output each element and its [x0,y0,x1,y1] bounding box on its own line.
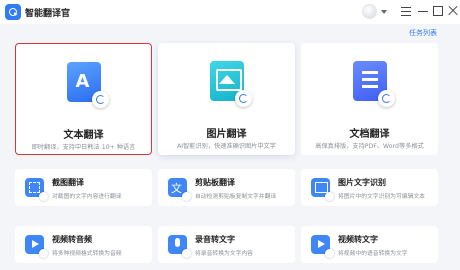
minimize-icon[interactable] [416,4,430,18]
card-subtitle: 高保真排版，支持PDF、Word等多格式 [315,143,424,150]
tool-name: 视频转音频 [52,235,92,244]
recording-to-text-tool[interactable]: 录音转文字 将录音转换为文字内容 [158,226,295,263]
card-title: 文本翻译 [63,130,104,141]
app-title: 智能翻译官 [25,9,71,19]
tool-name: 图片文字识别 [338,178,386,187]
image-translate-icon [209,61,252,107]
text-translate-icon [66,62,109,108]
tool-description: 将图片中的文字识别为可编辑文本 [338,194,425,200]
card-subtitle: 即时翻译，支持中日韩法 10+ 种语言 [31,144,136,151]
tool-description: 将录音转换为文字内容 [195,251,253,257]
document-translate-icon [352,61,395,107]
clipboard-translate-icon [168,178,191,201]
video-to-audio-tool[interactable]: 视频转音频 将多种视频格式转换为音频 [15,226,152,263]
document-translate-card[interactable]: 文档翻译 高保真排版，支持PDF、Word等多格式 [301,43,438,155]
tool-description: 将视频中的语音转换为文字 [338,251,408,257]
tool-name: 截图翻译 [52,178,84,187]
tool-name: 视频转文字 [338,235,378,244]
video-to-text-icon [311,235,334,258]
screenshot-translate-icon [25,178,48,201]
translate-badge-icon [91,91,109,108]
tool-description: 对截图的文字内容进行翻译 [52,194,122,200]
translate-badge-icon [377,90,395,107]
task-list-link[interactable]: 任务列表 [409,28,437,38]
tool-description: 自动检测剪贴板复制文字并翻译 [195,194,277,200]
card-title: 文档翻译 [349,129,390,140]
text-translate-card[interactable]: 文本翻译 即时翻译，支持中日韩法 10+ 种语言 [15,43,152,155]
translate-badge-icon [234,90,252,107]
card-title: 图片翻译 [206,129,247,140]
image-translate-card[interactable]: 图片翻译 AI智能识别，快速准确识图片中文字 [158,43,295,155]
screenshot-translate-tool[interactable]: 截图翻译 对截图的文字内容进行翻译 [15,169,152,206]
maximize-icon[interactable] [431,4,445,18]
hamburger-menu-icon[interactable] [399,4,413,18]
video-to-text-tool[interactable]: 视频转文字 将视频中的语音转换为文字 [301,226,438,263]
clipboard-translate-tool[interactable]: 剪贴板翻译 自动检测剪贴板复制文字并翻译 [158,169,295,206]
video-to-audio-icon [25,235,48,258]
tool-name: 剪贴板翻译 [195,178,235,187]
user-avatar-icon[interactable] [362,4,377,19]
title-bar: 智能翻译官 [0,0,460,24]
image-ocr-tool[interactable]: 图片文字识别 将图片中的文字识别为可编辑文本 [301,169,438,206]
recording-to-text-icon [168,235,191,258]
app-logo-icon [5,4,21,20]
card-subtitle: AI智能识别，快速准确识图片中文字 [177,143,276,150]
tool-description: 将多种视频格式转换为音频 [52,251,122,257]
tool-name: 录音转文字 [195,235,235,244]
image-ocr-icon [311,178,334,201]
close-icon[interactable] [446,4,460,18]
chevron-down-icon[interactable] [381,10,387,14]
